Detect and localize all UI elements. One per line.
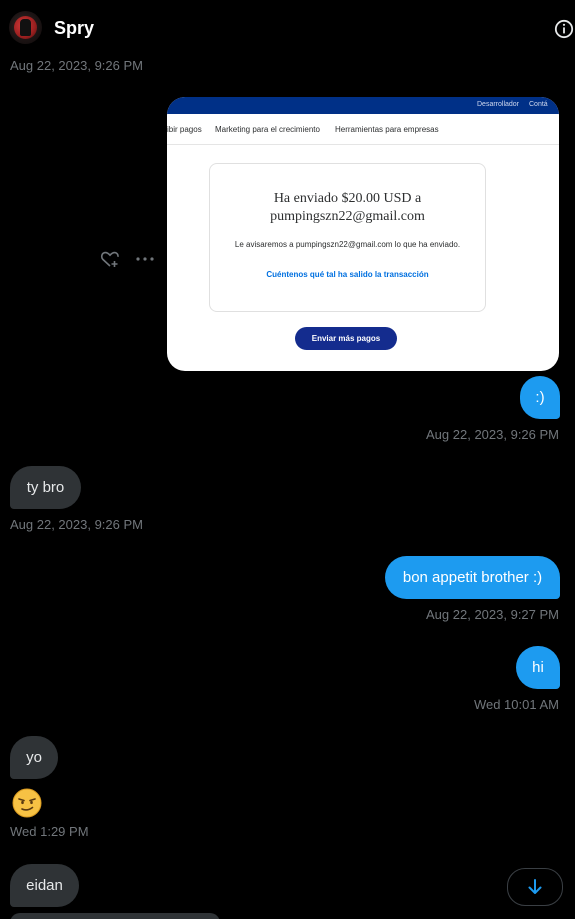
paypal-title-line: Ha enviado $20.00 USD a	[273, 191, 422, 206]
partially-visible-message[interactable]	[10, 913, 220, 919]
paypal-contact-link: Contá	[529, 101, 548, 108]
paypal-nav-item: Marketing para el crecimiento	[215, 125, 320, 134]
scroll-to-bottom-button[interactable]	[507, 868, 563, 906]
paypal-nav-item: Herramientas para empresas	[335, 125, 439, 134]
message-actions	[100, 250, 160, 268]
paypal-divider	[167, 144, 559, 145]
like-add-icon[interactable]	[100, 250, 120, 268]
more-icon[interactable]	[136, 257, 154, 261]
paypal-title: Ha enviado $20.00 USD a pumpingszn22@gma…	[210, 190, 485, 226]
paypal-body-text: Le avisaremos a pumpingszn22@gmail.com l…	[234, 240, 461, 249]
message-timestamp: Aug 22, 2023, 9:26 PM	[10, 58, 143, 73]
contact-name[interactable]: Spry	[54, 18, 94, 39]
sent-message[interactable]: hi	[516, 646, 560, 689]
message-timestamp: Aug 22, 2023, 9:26 PM	[10, 517, 143, 532]
dm-conversation: Spry Aug 22, 2023, 9:26 PM Desarrollador…	[0, 0, 575, 919]
sent-message[interactable]: :)	[520, 376, 560, 419]
received-message[interactable]: yo	[10, 736, 58, 779]
paypal-title-line: pumpingszn22@gmail.com	[270, 209, 425, 224]
received-message[interactable]: ty bro	[10, 466, 81, 509]
sent-message[interactable]: bon appetit brother :)	[385, 556, 560, 599]
paypal-developer-link: Desarrollador	[477, 101, 520, 108]
message-timestamp: Wed 1:29 PM	[10, 824, 89, 839]
paypal-feedback-link: Cuéntenos qué tal ha salido la transacci…	[266, 270, 429, 279]
message-timestamp: Aug 22, 2023, 9:27 PM	[426, 607, 559, 622]
info-icon[interactable]	[554, 19, 574, 39]
arrow-down-icon	[528, 879, 542, 894]
avatar[interactable]	[9, 11, 42, 44]
paypal-nav-item: ibir pagos	[167, 125, 202, 134]
image-attachment[interactable]: Desarrollador Contá ibir pagos Marketing…	[167, 97, 559, 371]
avatar-mark	[20, 19, 31, 36]
paypal-top-bar: Desarrollador Contá	[167, 97, 559, 114]
conversation-header: Spry	[0, 0, 575, 56]
message-timestamp: Aug 22, 2023, 9:26 PM	[426, 427, 559, 442]
received-message[interactable]: eidan	[10, 864, 79, 907]
smirking-face-emoji[interactable]	[12, 788, 42, 818]
paypal-confirmation-card: Ha enviado $20.00 USD a pumpingszn22@gma…	[209, 163, 486, 312]
message-timestamp: Wed 10:01 AM	[473, 697, 559, 712]
paypal-send-more-button: Enviar más pagos	[295, 327, 397, 350]
